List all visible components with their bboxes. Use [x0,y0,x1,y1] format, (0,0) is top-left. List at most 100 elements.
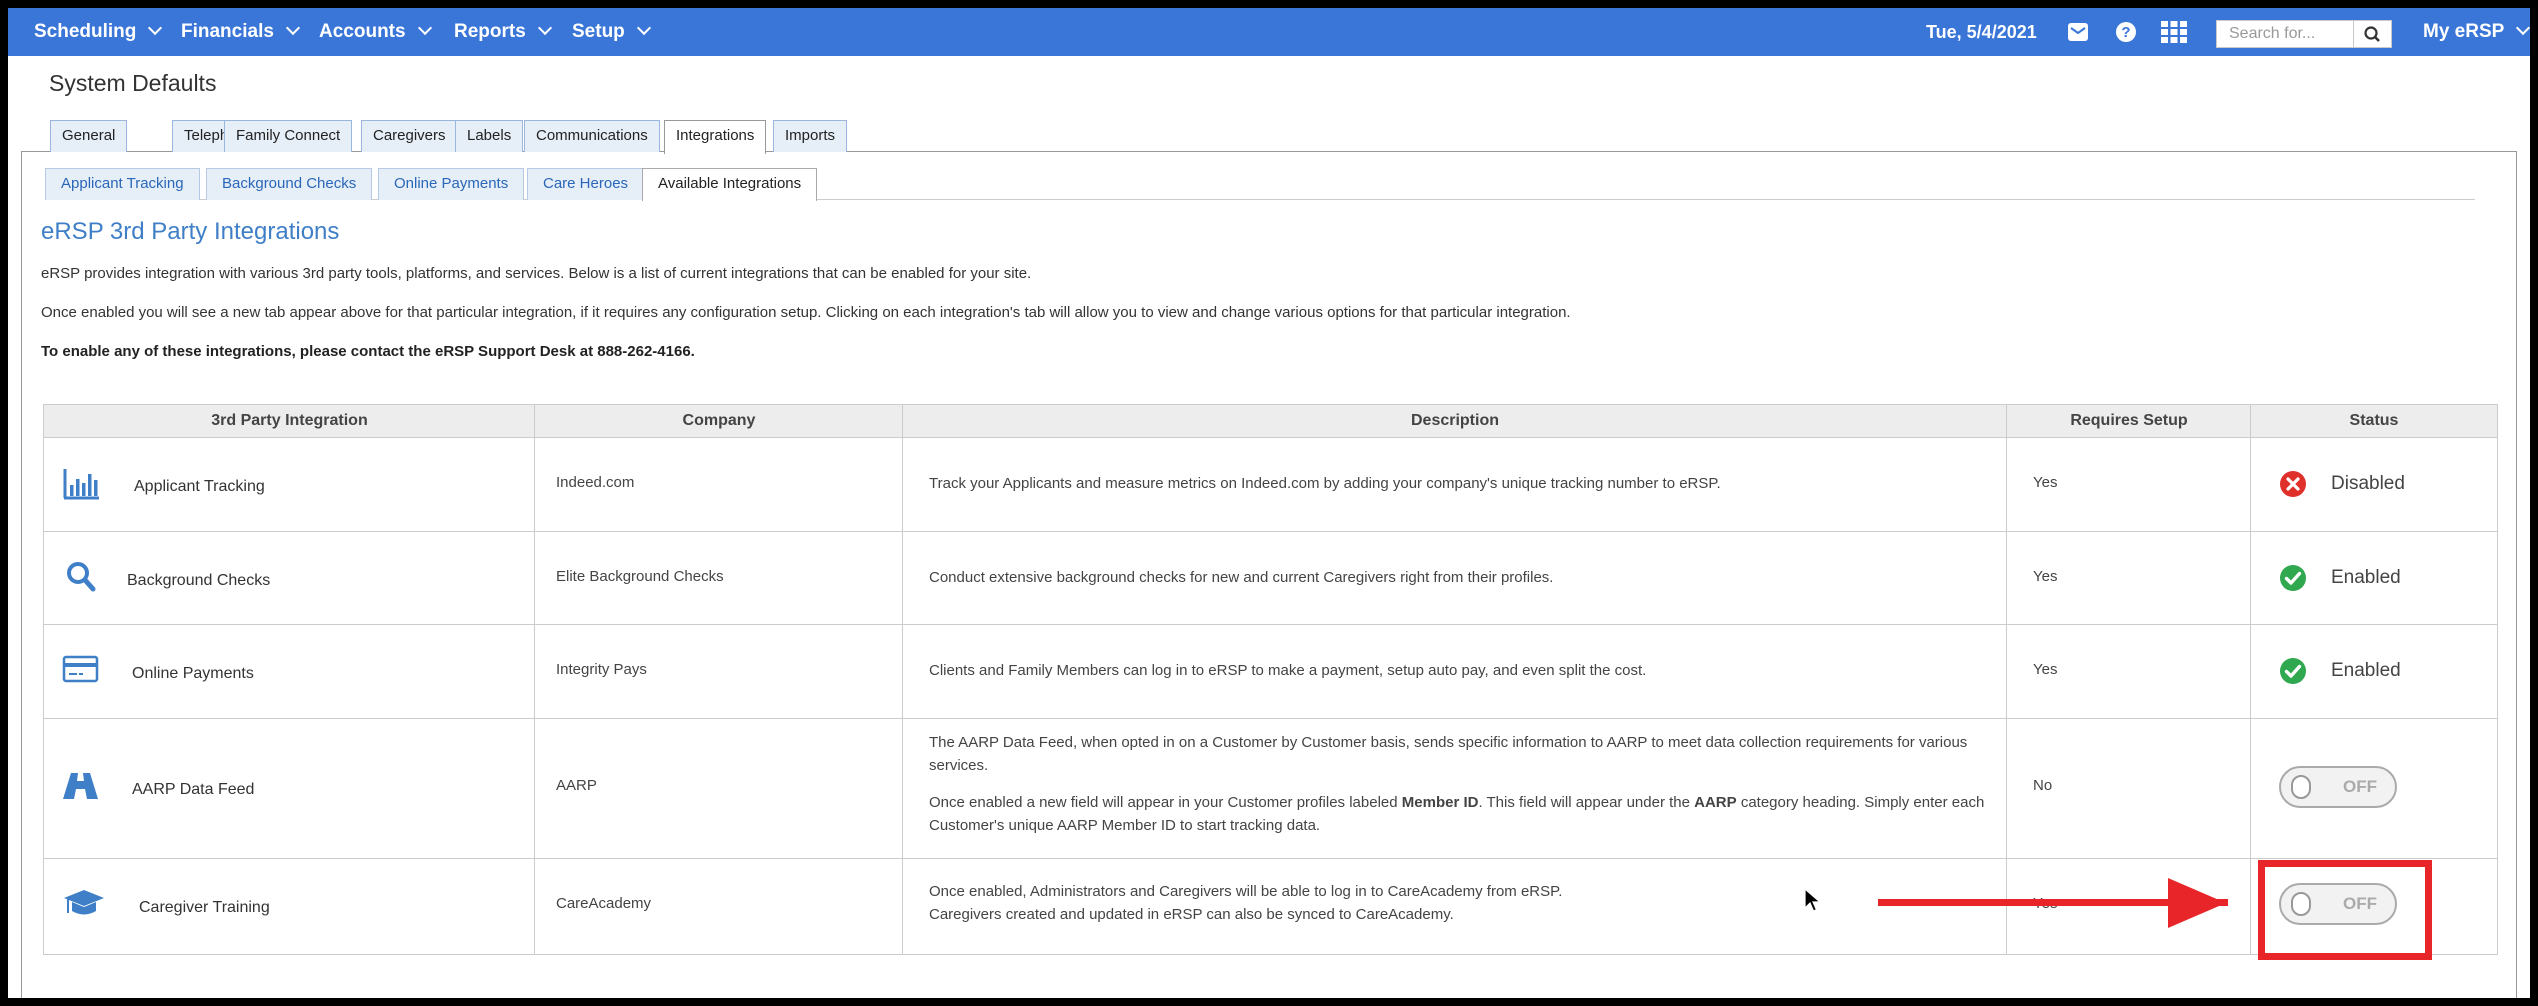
integration-toggle[interactable]: OFF [2279,766,2397,808]
subtab-care-heroes[interactable]: Care Heroes [527,168,645,200]
column-header: Requires Setup [2070,412,2188,429]
search-button[interactable] [2353,21,2391,47]
tab-imports[interactable]: Imports [773,120,848,152]
column-header: Status [2349,412,2399,429]
nav-menu-financials[interactable]: Financials [181,8,300,56]
status-text: Enabled [2331,567,2401,588]
chevron-down-icon [417,20,432,36]
disabled-x-icon [2280,471,2306,497]
field-name-text: Member ID [1401,794,1479,811]
nav-menu-reports[interactable]: Reports [454,8,552,56]
annotation-highlight-box [2258,860,2432,960]
subtab-applicant-tracking[interactable]: Applicant Tracking [45,168,200,200]
integrations-table: 3rd Party Integration Company Descriptio… [43,404,2498,955]
chevron-down-icon [2516,20,2530,36]
requires-setup: No [2033,777,2053,794]
status-text: Enabled [2331,660,2401,681]
integration-name: Applicant Tracking [134,478,265,495]
table-row: Background Checks Elite Background Check… [44,532,2497,625]
description-text: Once enabled a new field will appear in … [929,794,1402,811]
mail-icon[interactable] [2067,21,2089,43]
nav-menu-label: Accounts [319,21,406,42]
nav-menu-scheduling[interactable]: Scheduling [34,8,163,56]
nav-menu-label: Financials [181,21,274,42]
description-text: . This field will appear under the [1478,794,1695,811]
company-name: AARP [556,777,597,794]
nav-menu-label: Scheduling [34,21,137,42]
account-menu[interactable]: My eRSP [2423,8,2530,56]
nav-menu-setup[interactable]: Setup [572,8,651,56]
chevron-down-icon [148,20,163,36]
requires-setup: Yes [2033,568,2058,585]
description-paragraph: Once enabled a new field will appear in … [929,791,1999,837]
search-box [2216,20,2392,48]
intro-text: Once enabled you will see a new tab appe… [41,304,1571,321]
table-row: AARP Data Feed AARP The AARP Data Feed, … [44,719,2497,859]
credit-card-icon [62,655,99,683]
road-icon [63,773,98,799]
page-title: System Defaults [49,70,217,96]
top-nav-bar: Scheduling Financials Accounts Reports S… [8,8,2530,56]
svg-text:?: ? [2121,24,2130,41]
app-frame: Scheduling Financials Accounts Reports S… [8,8,2530,998]
integration-name: Caregiver Training [139,899,270,916]
search-input[interactable] [2217,21,2353,47]
search-icon [2364,26,2380,42]
mouse-cursor-icon [1804,888,1822,912]
integration-description: Conduct extensive background checks for … [929,569,1554,586]
integration-name: Background Checks [127,572,271,589]
enabled-check-icon [2280,565,2306,591]
description-line: Caregivers created and updated in eRSP c… [929,906,1454,923]
tab-family-connect[interactable]: Family Connect [224,120,353,152]
account-menu-label: My eRSP [2423,21,2505,42]
subtab-online-payments[interactable]: Online Payments [378,168,525,200]
toggle-knob [2291,775,2311,799]
table-row: Online Payments Integrity Pays Clients a… [44,625,2497,719]
chevron-down-icon [537,20,552,36]
description-paragraph: The AARP Data Feed, when opted in on a C… [929,734,1968,774]
description-line: Once enabled, Administrators and Caregiv… [929,883,1563,900]
table-row: Applicant Tracking Indeed.com Track your… [44,438,2497,532]
apps-grid-icon[interactable] [2161,21,2187,43]
category-name-text: AARP [1694,794,1737,811]
integration-description: Once enabled, Administrators and Caregiv… [929,880,1999,926]
column-header: Description [1410,412,1499,429]
integration-description: Clients and Family Members can log in to… [929,662,1647,679]
nav-menu-accounts[interactable]: Accounts [319,8,432,56]
graduation-cap-icon [64,890,104,915]
requires-setup: Yes [2033,661,2058,678]
annotation-arrow-head [2168,878,2226,928]
tab-general[interactable]: General [50,120,128,152]
integration-description: Track your Applicants and measure metric… [929,475,1721,492]
tab-labels[interactable]: Labels [455,120,524,152]
current-date: Tue, 5/4/2021 [1926,22,2037,42]
subtab-available-integrations[interactable]: Available Integrations [642,168,818,201]
company-name: Integrity Pays [556,661,647,678]
intro-text: eRSP provides integration with various 3… [41,265,1032,282]
chevron-down-icon [285,20,300,36]
table-header: 3rd Party Integration Company Descriptio… [44,405,2497,438]
magnifier-icon [67,562,96,592]
column-header: Company [682,412,756,429]
requires-setup: Yes [2033,474,2058,491]
company-name: CareAcademy [556,895,652,912]
integration-name: Online Payments [132,665,254,682]
tab-caregivers[interactable]: Caregivers [361,120,458,152]
enabled-check-icon [2280,658,2306,684]
chevron-down-icon [636,20,651,36]
nav-menu-label: Setup [572,21,625,42]
status-text: Disabled [2331,473,2405,494]
tab-communications[interactable]: Communications [524,120,660,152]
company-name: Indeed.com [556,474,635,491]
subtab-background-checks[interactable]: Background Checks [206,168,373,200]
toggle-label: OFF [2343,777,2377,796]
contact-note: To enable any of these integrations, ple… [41,343,695,360]
section-title: eRSP 3rd Party Integrations [41,218,340,245]
help-icon[interactable]: ? [2115,21,2137,43]
tab-integrations[interactable]: Integrations [664,120,767,154]
column-header: 3rd Party Integration [211,412,368,429]
company-name: Elite Background Checks [556,568,724,585]
table-row: Caregiver Training CareAcademy Once enab… [44,859,2497,954]
integration-description: The AARP Data Feed, when opted in on a C… [929,731,1999,837]
integration-name: AARP Data Feed [132,781,255,798]
